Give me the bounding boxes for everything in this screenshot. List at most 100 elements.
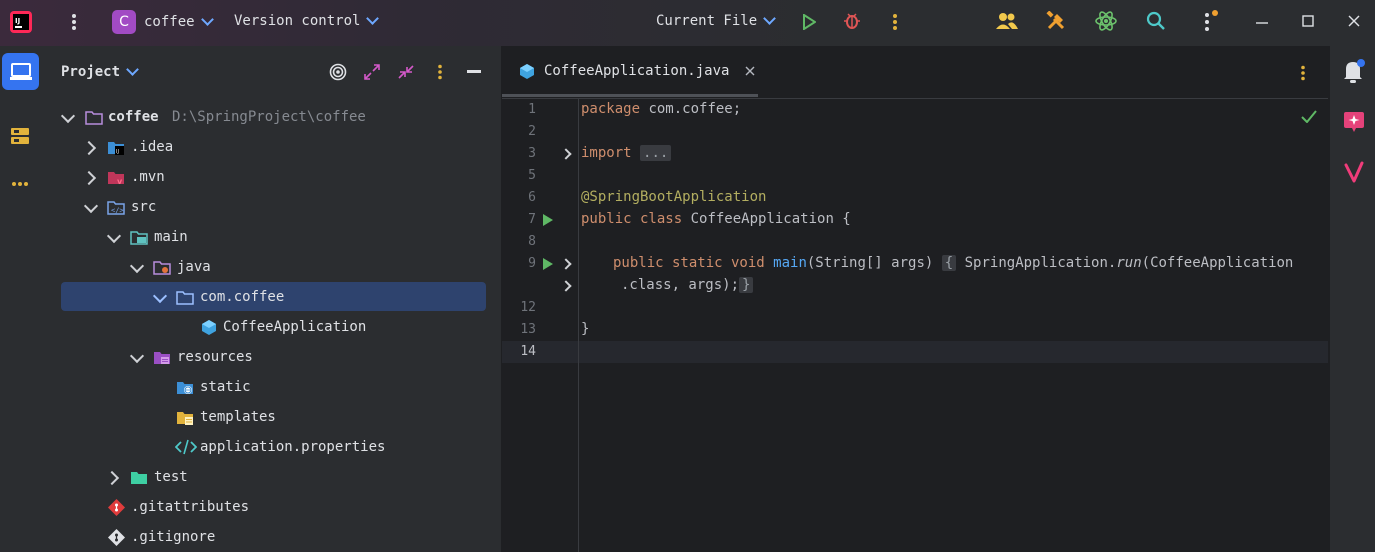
main-menu-icon[interactable] [64,11,84,33]
run-gutter-icon[interactable] [543,258,553,270]
locate-file-icon[interactable] [328,62,348,82]
tree-item-coffee-application[interactable]: CoffeeApplication [46,312,486,342]
chevron-down-icon[interactable] [152,288,168,304]
more-actions-icon[interactable] [888,11,902,33]
chevron-right-icon[interactable] [81,140,97,156]
minimize-icon[interactable] [1254,12,1270,30]
chevron-down-icon [126,63,139,76]
chevron-down-icon [200,13,214,26]
tree-label: resources [177,349,253,365]
expand-all-icon[interactable] [362,62,382,82]
gutter-divider [578,98,579,552]
code-line-9[interactable]: public static void main(String[] args) {… [613,255,1293,271]
chevron-down-icon[interactable] [60,108,76,124]
line-number: 12 [520,300,536,315]
hide-panel-icon[interactable] [466,62,482,82]
chevron-right-icon[interactable] [104,470,120,486]
ai-assistant-icon[interactable] [1342,110,1366,134]
chevron-down-icon[interactable] [129,258,145,274]
no-problems-check-icon[interactable] [1300,108,1318,124]
tree-item-resources[interactable]: resources [46,342,486,372]
code-line-7[interactable]: public class CoffeeApplication { [581,211,851,227]
run-gutter-icon[interactable] [543,214,553,226]
code-text: (String[] args) [806,255,934,271]
folded-imports[interactable]: ... [640,145,672,161]
tree-item-com-coffee[interactable]: com.coffee [46,282,486,312]
active-tab-indicator [502,94,758,97]
intellij-logo-icon[interactable]: IJ [10,11,32,33]
chevron-down-icon[interactable] [129,348,145,364]
code-line-13[interactable]: } [581,321,589,337]
code-with-me-icon[interactable] [995,11,1019,31]
run-icon[interactable] [800,12,818,32]
tree-label: .idea [131,139,174,155]
tree-label: java [177,259,211,275]
more-tools-icon[interactable] [8,174,32,194]
collapse-all-icon[interactable] [396,62,416,82]
expand-fold-icon[interactable] [560,258,572,270]
code-line-9-wrap[interactable]: .class, args);} [621,277,754,293]
editor-options-icon[interactable] [1298,64,1308,82]
vcs-menu[interactable]: Version control [234,12,380,29]
ai-assistant-atom-icon[interactable] [1094,9,1118,33]
run-config-selector[interactable]: Current File [656,12,777,29]
expand-fold-icon[interactable] [560,148,572,160]
tree-label: static [200,379,251,395]
search-icon[interactable] [1145,10,1167,32]
svg-text:IJ: IJ [15,17,20,25]
tree-label: src [131,199,157,215]
line-number: 5 [528,168,536,183]
code-text: (CoffeeApplication [1141,255,1294,271]
code-line-6[interactable]: @SpringBootApplication [581,189,766,205]
project-tool-icon[interactable] [2,53,39,90]
tree-item-main[interactable]: main [46,222,486,252]
maximize-icon[interactable] [1300,12,1316,30]
left-tool-window-bar [0,46,47,552]
tab-close-icon[interactable] [743,64,757,78]
chevron-down-icon[interactable] [83,198,99,214]
tab-label: CoffeeApplication.java [544,63,730,79]
close-icon[interactable] [1346,12,1362,30]
project-panel-header[interactable]: Project [61,63,139,80]
folded-body-close[interactable]: } [739,277,754,293]
tree-item-src[interactable]: </> src [46,192,486,222]
svg-text:</>: </> [111,206,124,214]
spring-class-icon [200,318,218,336]
vcs-label: Version control [234,13,361,29]
code-line-3[interactable]: import ... [581,145,672,161]
tree-item-test[interactable]: test [46,462,486,492]
tab-coffee-application[interactable]: CoffeeApplication.java [518,62,757,80]
current-line-highlight [502,341,1328,363]
tree-item-coffee[interactable]: coffee D:\SpringProject\coffee [46,102,486,132]
tree-item-application-properties[interactable]: application.properties [46,432,486,462]
package-icon [176,289,194,305]
tree-item-gitattributes[interactable]: .gitattributes [46,492,486,522]
tree-label: com.coffee [200,289,285,305]
debug-icon[interactable] [842,11,862,31]
chevron-down-icon[interactable] [106,228,122,244]
settings-menu-icon[interactable] [1200,8,1222,34]
code-line-1[interactable]: package com.coffee; [581,101,741,117]
keyword: public static void [613,255,765,271]
options-icon[interactable] [434,62,446,82]
tree-label: templates [200,409,276,425]
expand-fold-icon[interactable] [560,280,572,292]
tree-item-gitignore[interactable]: .gitignore [46,522,486,552]
chevron-down-icon [366,12,380,25]
project-switcher[interactable]: C coffee [112,10,214,34]
keyword: package [581,101,641,117]
tree-label: coffee [108,109,159,125]
right-tool-window-bar [1329,46,1375,552]
chevron-right-icon[interactable] [81,170,97,186]
vaadin-icon[interactable] [1342,160,1366,184]
line-number: 13 [520,322,536,337]
structure-tool-icon[interactable] [8,124,32,148]
tree-item-templates[interactable]: templates [46,402,486,432]
tree-item-static[interactable]: static [46,372,486,402]
tree-item-mvn[interactable]: v .mvn [46,162,486,192]
folded-body-open[interactable]: { [941,255,957,271]
notifications-bell-icon[interactable] [1342,58,1366,84]
tree-item-java[interactable]: java [46,252,486,282]
tree-item-idea[interactable]: IJ .idea [46,132,486,162]
build-tools-icon[interactable] [1045,10,1067,32]
